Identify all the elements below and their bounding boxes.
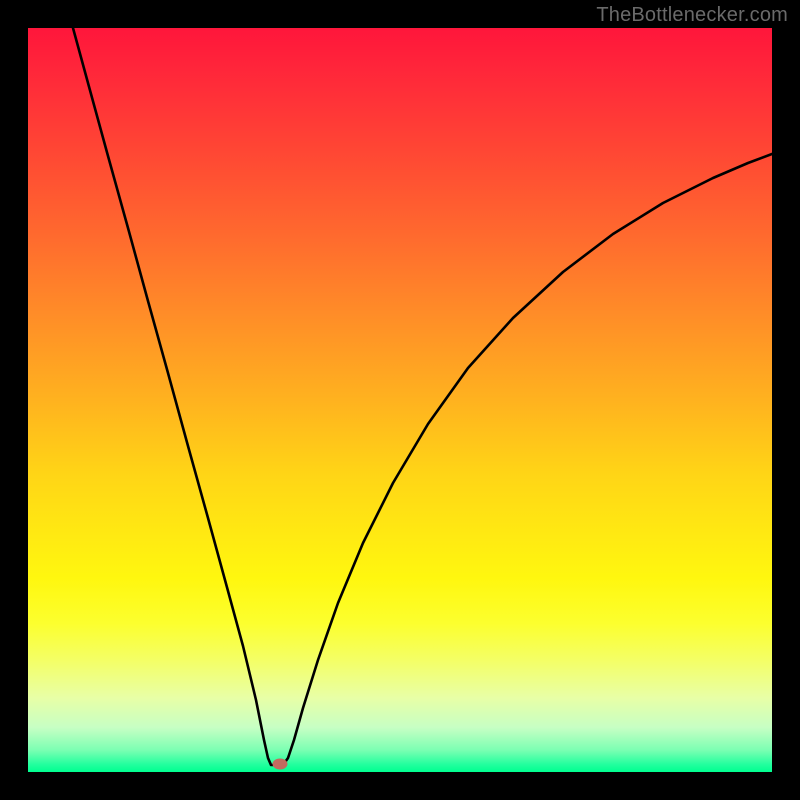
curve-svg bbox=[28, 28, 772, 772]
plot-area bbox=[28, 28, 772, 772]
minimum-marker bbox=[273, 759, 288, 770]
watermark-text: TheBottlenecker.com bbox=[596, 4, 788, 27]
bottleneck-curve bbox=[73, 28, 772, 765]
chart-frame: TheBottlenecker.com bbox=[0, 0, 800, 800]
